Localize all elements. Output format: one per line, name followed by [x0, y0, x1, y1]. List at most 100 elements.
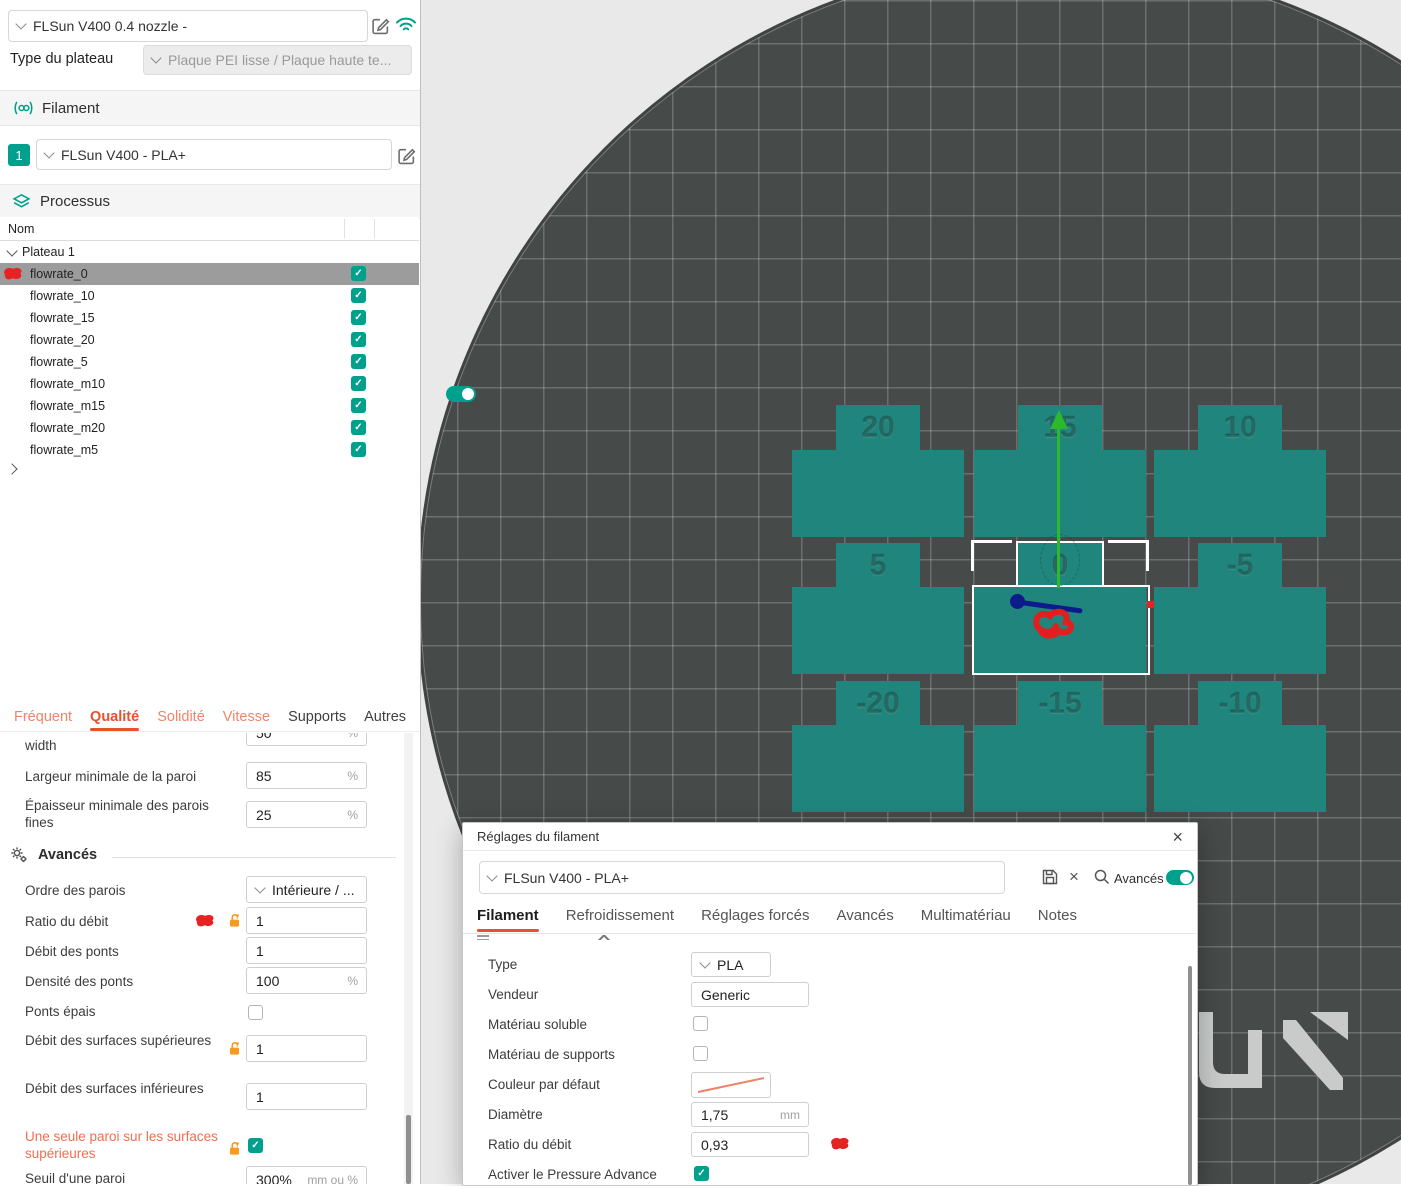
tab-supports[interactable]: Supports	[288, 709, 346, 725]
setting-input[interactable]: 85%	[246, 762, 367, 789]
tabs-divider	[463, 933, 1196, 934]
filament-spool-icon	[12, 99, 33, 117]
collapse-chevron-icon[interactable]	[6, 245, 18, 257]
chevron-down-icon	[43, 146, 55, 159]
close-icon[interactable]: ×	[1172, 828, 1183, 846]
dialog-tab-notes[interactable]: Notes	[1038, 907, 1077, 924]
tree-item-label: flowrate_5	[30, 355, 88, 369]
model-object[interactable]	[792, 587, 964, 674]
tree-item-flowrate_m20[interactable]: flowrate_m20 ✓	[0, 417, 419, 439]
edit-filament-icon[interactable]	[397, 146, 416, 165]
tree-item-flowrate_5[interactable]: flowrate_5 ✓	[0, 351, 419, 373]
plate-label: Plateau 1	[22, 245, 75, 259]
save-icon[interactable]	[1041, 868, 1059, 886]
setting-input[interactable]: 100%	[246, 967, 367, 994]
advanced-toggle[interactable]	[446, 385, 477, 402]
model-object[interactable]	[974, 725, 1146, 812]
dialog-tab-filament[interactable]: Filament	[477, 907, 539, 932]
printer-preset-select[interactable]: FLSun V400 0.4 nozzle -	[8, 10, 368, 42]
model-object[interactable]	[1154, 725, 1326, 812]
dialog-tab-refroidissement[interactable]: Refroidissement	[566, 907, 674, 924]
setting-checkbox[interactable]	[248, 1005, 263, 1020]
setting-input[interactable]: 1	[246, 907, 367, 934]
edit-printer-icon[interactable]	[371, 16, 390, 35]
setting-input[interactable]: 1	[246, 937, 367, 964]
model-object[interactable]	[974, 450, 1146, 537]
section-divider	[112, 857, 396, 858]
model-object[interactable]	[1154, 450, 1326, 537]
settings-scrollbar-thumb[interactable]	[406, 1115, 411, 1184]
object-tree: Nom Plateau 1 flowrate_0 ✓ flowrate_10 ✓ flo…	[0, 217, 419, 703]
tree-plate-row[interactable]: Plateau 1	[0, 241, 419, 263]
dialog-checkbox[interactable]: ✓	[694, 1166, 709, 1181]
y-axis-arrow-shaft[interactable]	[1057, 428, 1060, 588]
dialog-field-label: Ratio du débit	[488, 1137, 572, 1152]
filament-slot-badge: 1	[8, 144, 30, 166]
visibility-checkbox[interactable]: ✓	[351, 266, 366, 281]
tree-item-flowrate_15[interactable]: flowrate_15 ✓	[0, 307, 419, 329]
dialog-field-label: Diamètre	[488, 1107, 543, 1122]
dialog-titlebar[interactable]: Réglages du filament ×	[463, 823, 1197, 851]
visibility-checkbox[interactable]: ✓	[351, 420, 366, 435]
visibility-checkbox[interactable]: ✓	[351, 310, 366, 325]
advanced-section-header[interactable]: Avancés	[10, 846, 97, 864]
dialog-checkbox[interactable]	[693, 1046, 708, 1061]
dialog-dropdown[interactable]: PLA	[691, 952, 771, 977]
setting-dropdown[interactable]: Intérieure / ...	[246, 876, 367, 903]
setting-checkbox[interactable]: ✓	[248, 1138, 263, 1153]
model-object[interactable]	[792, 725, 964, 812]
tree-item-flowrate_m10[interactable]: flowrate_m10 ✓	[0, 373, 419, 395]
dialog-tab-avancés[interactable]: Avancés	[836, 907, 893, 924]
tree-item-flowrate_20[interactable]: flowrate_20 ✓	[0, 329, 419, 351]
bed-type-select[interactable]: Plaque PEI lisse / Plaque haute te...	[143, 45, 412, 75]
visibility-checkbox[interactable]: ✓	[351, 442, 366, 457]
dialog-scrollbar-thumb[interactable]	[1188, 966, 1192, 1185]
tab-fréquent[interactable]: Fréquent	[14, 709, 72, 725]
visibility-checkbox[interactable]: ✓	[351, 288, 366, 303]
setting-input[interactable]: 1	[246, 1035, 367, 1062]
model-object[interactable]	[1154, 587, 1326, 674]
tab-qualité[interactable]: Qualité	[90, 709, 140, 731]
visibility-checkbox[interactable]: ✓	[351, 376, 366, 391]
setting-value: 1	[256, 912, 264, 929]
column-divider	[344, 219, 345, 238]
dialog-tab-multimatériau[interactable]: Multimatériau	[921, 907, 1011, 924]
setting-label: Une seule paroi sur les surfaces supérie…	[25, 1129, 218, 1162]
y-axis-arrow-head[interactable]	[1050, 410, 1068, 429]
dialog-advanced-toggle[interactable]	[1166, 870, 1194, 885]
clear-preset-icon[interactable]: ×	[1069, 868, 1079, 885]
visibility-checkbox[interactable]: ✓	[351, 354, 366, 369]
annotation-scribble	[2, 266, 24, 284]
tree-name-header: Nom	[8, 221, 35, 236]
setting-input[interactable]: 1	[246, 1083, 367, 1110]
setting-unit: %	[347, 733, 358, 740]
dialog-field-value: PLA	[717, 956, 744, 973]
setting-input[interactable]: 50%	[246, 733, 367, 746]
filament-preset-select[interactable]: FLSun V400 - PLA+	[36, 139, 392, 170]
setting-input[interactable]: 300% mm ou %	[246, 1166, 367, 1184]
tab-vitesse[interactable]: Vitesse	[223, 709, 270, 725]
dialog-filament-preset-select[interactable]: FLSun V400 - PLA+	[479, 861, 1005, 894]
dialog-field-label: Vendeur	[488, 987, 539, 1002]
tree-item-flowrate_m5[interactable]: flowrate_m5 ✓	[0, 439, 419, 461]
tab-solidité[interactable]: Solidité	[157, 709, 205, 725]
tree-item-label: flowrate_15	[30, 311, 95, 325]
dialog-checkbox[interactable]	[693, 1016, 708, 1031]
dialog-input[interactable]: Generic	[691, 982, 809, 1007]
default-color-swatch[interactable]	[691, 1072, 771, 1098]
tab-autres[interactable]: Autres	[364, 709, 406, 725]
setting-value: 300%	[256, 1171, 292, 1185]
tree-item-flowrate_10[interactable]: flowrate_10 ✓	[0, 285, 419, 307]
dialog-input[interactable]: 0,93	[691, 1132, 809, 1157]
model-object[interactable]	[792, 450, 964, 537]
setting-input[interactable]: 25%	[246, 801, 367, 828]
visibility-checkbox[interactable]: ✓	[351, 332, 366, 347]
dialog-tab-réglages-forcés[interactable]: Réglages forcés	[701, 907, 809, 924]
expand-chevron-icon[interactable]	[6, 463, 18, 475]
tree-item-flowrate_0[interactable]: flowrate_0 ✓	[0, 263, 419, 285]
dialog-input[interactable]: 1,75 mm	[691, 1102, 809, 1127]
visibility-checkbox[interactable]: ✓	[351, 398, 366, 413]
tree-item-flowrate_m15[interactable]: flowrate_m15 ✓	[0, 395, 419, 417]
search-icon[interactable]	[1093, 868, 1111, 886]
wifi-icon[interactable]	[395, 16, 417, 33]
